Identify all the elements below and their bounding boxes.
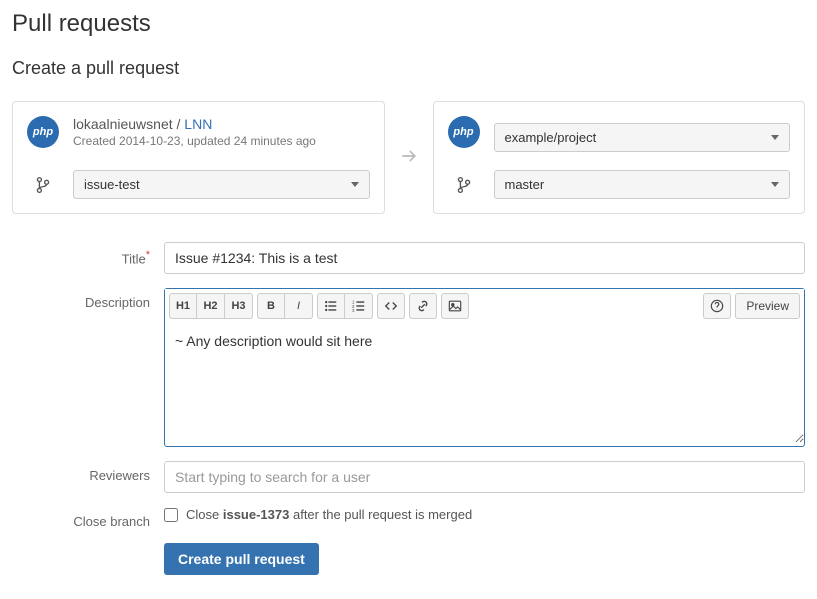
close-branch-label: Close branch (12, 507, 164, 529)
reviewers-label: Reviewers (12, 461, 164, 483)
title-input[interactable] (164, 242, 805, 274)
create-pull-request-button[interactable]: Create pull request (164, 543, 319, 575)
caret-down-icon (771, 182, 779, 187)
title-label: Title* (12, 242, 164, 266)
branch-selector-row: lokaalnieuwsnet / LNN Created 2014-10-23… (12, 101, 805, 214)
code-button[interactable] (377, 293, 405, 319)
image-button[interactable] (441, 293, 469, 319)
bold-button[interactable]: B (257, 293, 285, 319)
source-branch-value: issue-test (84, 177, 140, 192)
description-textarea[interactable]: ~ Any description would sit here (165, 323, 804, 443)
branch-icon (27, 176, 59, 194)
h3-button[interactable]: H3 (225, 293, 253, 319)
target-branch-select[interactable]: master (494, 170, 791, 199)
italic-button[interactable]: I (285, 293, 313, 319)
source-repo-link[interactable]: LNN (184, 116, 212, 132)
h1-button[interactable]: H1 (169, 293, 197, 319)
source-owner: lokaalnieuwsnet (73, 116, 173, 132)
caret-down-icon (351, 182, 359, 187)
help-button[interactable] (703, 293, 731, 319)
target-box: example/project master (433, 101, 806, 214)
page-subheading: Create a pull request (12, 58, 805, 79)
preview-button[interactable]: Preview (735, 293, 800, 319)
caret-down-icon (771, 135, 779, 140)
close-branch-text: Close issue-1373 after the pull request … (186, 507, 472, 522)
source-meta: Created 2014-10-23, updated 24 minutes a… (73, 134, 316, 148)
close-branch-checkbox[interactable] (164, 508, 178, 522)
arrow-right-icon (399, 146, 419, 169)
page-heading: Pull requests (12, 10, 805, 38)
svg-text:3: 3 (352, 308, 355, 313)
source-repo-info: lokaalnieuwsnet / LNN Created 2014-10-23… (73, 116, 316, 148)
description-editor: H1 H2 H3 B I 123 Preview ~ A (164, 288, 805, 447)
reviewers-input[interactable] (164, 461, 805, 493)
editor-toolbar: H1 H2 H3 B I 123 Preview (165, 289, 804, 324)
target-repo-value: example/project (505, 130, 597, 145)
branch-icon (448, 176, 480, 194)
bullet-list-button[interactable] (317, 293, 345, 319)
target-branch-value: master (505, 177, 545, 192)
link-button[interactable] (409, 293, 437, 319)
close-branch-checkbox-row[interactable]: Close issue-1373 after the pull request … (164, 507, 805, 522)
source-box: lokaalnieuwsnet / LNN Created 2014-10-23… (12, 101, 385, 214)
source-branch-select[interactable]: issue-test (73, 170, 370, 199)
description-label: Description (12, 288, 164, 310)
target-repo-select[interactable]: example/project (494, 123, 791, 152)
h2-button[interactable]: H2 (197, 293, 225, 319)
number-list-button[interactable]: 123 (345, 293, 373, 319)
php-logo-icon (27, 116, 59, 148)
php-logo-icon (448, 116, 480, 148)
